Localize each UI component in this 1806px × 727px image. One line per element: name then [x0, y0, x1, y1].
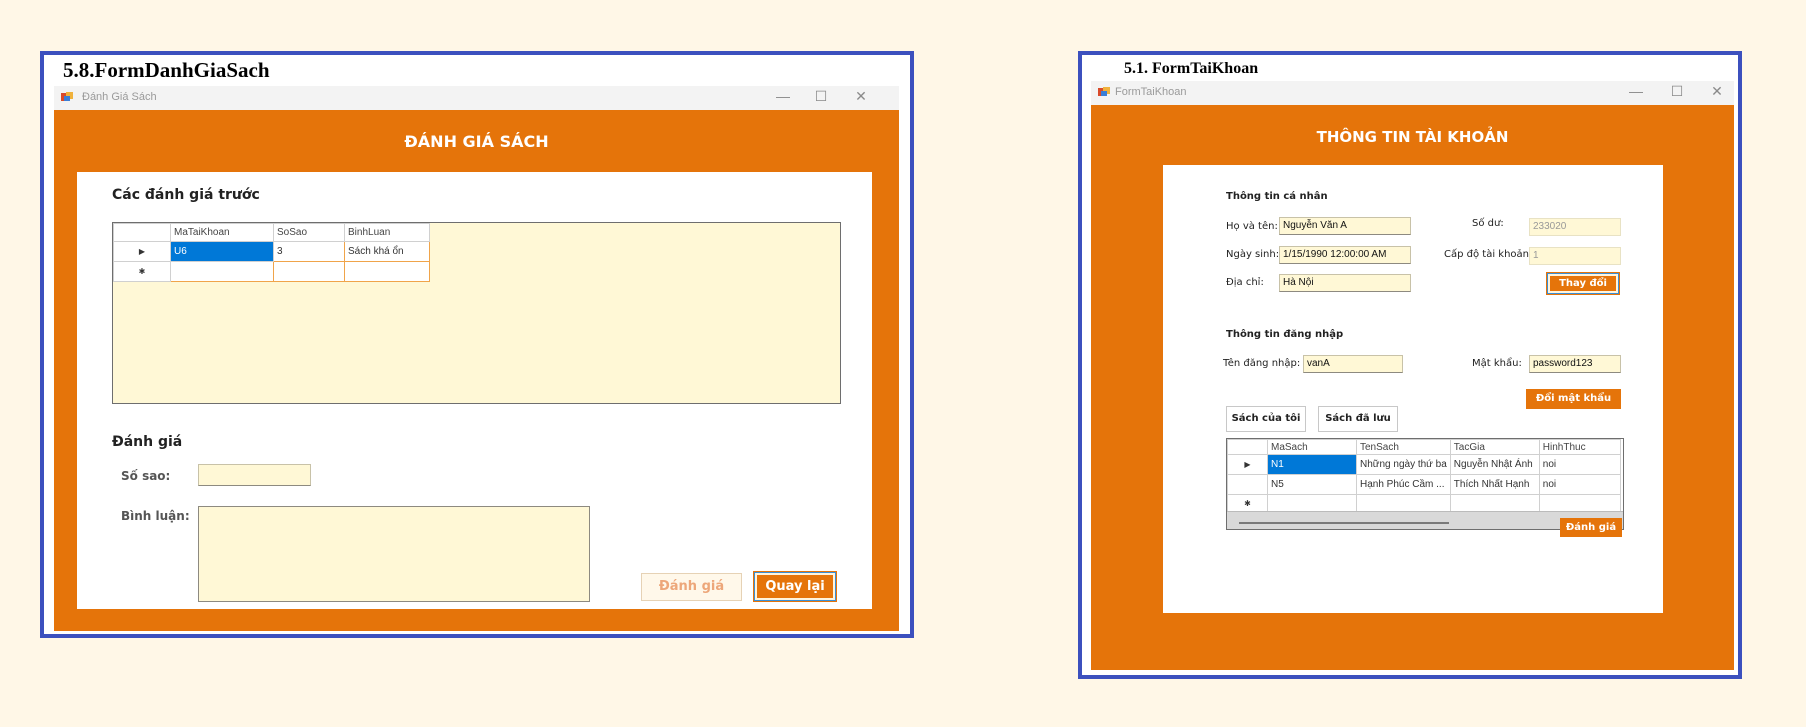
new-row[interactable]: ✱: [1227, 494, 1621, 513]
stars-input[interactable]: [198, 464, 311, 486]
submit-review-button[interactable]: Đánh giá: [641, 573, 742, 601]
table-cell[interactable]: [1449, 494, 1540, 513]
table-cell[interactable]: noi: [1538, 474, 1621, 495]
comment-textarea[interactable]: [198, 506, 590, 602]
table-cell[interactable]: [1356, 494, 1451, 513]
change-info-button[interactable]: Thay đổi: [1547, 273, 1619, 294]
table-cell[interactable]: Nguyễn Nhật Ánh: [1449, 454, 1540, 475]
address-field[interactable]: Hà Nội: [1279, 274, 1411, 292]
review-heading: Đánh giá: [112, 434, 183, 450]
table-cell[interactable]: Thích Nhất Hạnh: [1449, 474, 1540, 495]
name-label: Họ và tên:: [1226, 221, 1278, 232]
table-cell[interactable]: [1538, 494, 1621, 513]
address-label: Địa chỉ:: [1226, 277, 1264, 288]
books-header-row: MaSach TenSach TacGia HinhThuc: [1227, 439, 1621, 455]
table-cell[interactable]: N1: [1267, 454, 1357, 475]
username-field[interactable]: vanA: [1303, 355, 1403, 373]
saved-books-button[interactable]: Sách đã lưu: [1318, 406, 1398, 432]
username-label: Tên đăng nhập:: [1223, 358, 1301, 369]
column-header[interactable]: SoSao: [273, 223, 345, 242]
account-window-titlebar: FormTaiKhoan — ☐ ✕: [1091, 81, 1734, 105]
account-window-title: FormTaiKhoan: [1115, 86, 1187, 98]
left-caption: 5.8.FormDanhGiaSach: [63, 58, 270, 82]
prev-reviews-heading: Các đánh giá trước: [112, 187, 260, 203]
rate-book-button[interactable]: Đánh giá: [1560, 518, 1622, 537]
close-icon[interactable]: ✕: [849, 88, 873, 105]
close-icon[interactable]: ✕: [1705, 83, 1729, 100]
review-window-title: Đánh Giá Sách: [82, 91, 157, 103]
password-field[interactable]: password123: [1529, 355, 1621, 373]
row-selector-icon[interactable]: ▶: [113, 241, 171, 262]
table-cell[interactable]: [1267, 494, 1357, 513]
my-books-button[interactable]: Sách của tôi: [1226, 406, 1306, 432]
stars-label: Số sao:: [121, 469, 171, 483]
table-row[interactable]: ▶ U6 3 Sách khá ổn: [113, 241, 430, 262]
change-password-button[interactable]: Đổi mật khẩu: [1526, 389, 1621, 409]
table-cell[interactable]: noi: [1538, 454, 1621, 475]
row-selector-icon[interactable]: ▶: [1227, 454, 1268, 475]
minimize-icon[interactable]: —: [771, 88, 795, 104]
table-cell[interactable]: U6: [170, 241, 274, 262]
reviews-header-row: MaTaiKhoan SoSao BinhLuan: [113, 223, 430, 242]
review-form-title: ĐÁNH GIÁ SÁCH: [404, 132, 549, 151]
review-window: Đánh Giá Sách — ☐ ✕ ĐÁNH GIÁ SÁCH Các đá…: [54, 86, 899, 631]
reviews-grid[interactable]: MaTaiKhoan SoSao BinhLuan ▶ U6 3 Sách kh…: [112, 222, 841, 404]
row-header-corner: [113, 223, 171, 242]
column-header[interactable]: BinhLuan: [344, 223, 430, 242]
account-form-title: THÔNG TIN TÀI KHOẢN: [1316, 128, 1509, 146]
back-button[interactable]: Quay lại: [754, 572, 836, 601]
new-row-icon[interactable]: ✱: [113, 261, 171, 282]
app-icon: [1098, 87, 1110, 96]
column-header[interactable]: TacGia: [1449, 439, 1540, 455]
column-header[interactable]: MaSach: [1267, 439, 1357, 455]
column-header[interactable]: TenSach: [1356, 439, 1451, 455]
new-row-icon[interactable]: ✱: [1227, 494, 1268, 513]
level-label: Cấp độ tài khoản:: [1444, 249, 1533, 260]
maximize-icon[interactable]: ☐: [809, 88, 833, 105]
row-header-corner: [1227, 439, 1268, 455]
new-row[interactable]: ✱: [113, 261, 430, 282]
minimize-icon[interactable]: —: [1624, 83, 1648, 99]
table-cell[interactable]: [344, 261, 430, 282]
review-panel: Các đánh giá trước MaTaiKhoan SoSao Binh…: [77, 172, 872, 609]
table-cell[interactable]: Sách khá ổn: [344, 241, 430, 262]
password-label: Mật khẩu:: [1472, 358, 1522, 369]
books-table: MaSach TenSach TacGia HinhThuc ▶ N1 Nhữn…: [1227, 439, 1621, 513]
review-window-titlebar: Đánh Giá Sách — ☐ ✕: [54, 86, 899, 110]
account-window: FormTaiKhoan — ☐ ✕ THÔNG TIN TÀI KHOẢN T…: [1091, 81, 1734, 670]
right-caption: 5.1. FormTaiKhoan: [1124, 60, 1259, 77]
table-row[interactable]: N5 Hạnh Phúc Cầm ... Thích Nhất Hạnh noi: [1227, 474, 1621, 495]
balance-label: Số dư:: [1472, 218, 1504, 229]
account-panel: Thông tin cá nhân Họ và tên: Nguyễn Văn …: [1163, 165, 1663, 613]
table-cell[interactable]: [273, 261, 345, 282]
maximize-icon[interactable]: ☐: [1665, 83, 1689, 100]
login-info-heading: Thông tin đăng nhập: [1226, 329, 1344, 340]
books-grid[interactable]: MaSach TenSach TacGia HinhThuc ▶ N1 Nhữn…: [1226, 438, 1624, 530]
table-cell[interactable]: N5: [1267, 474, 1357, 495]
balance-field: 233020: [1529, 218, 1621, 236]
reviews-table: MaTaiKhoan SoSao BinhLuan ▶ U6 3 Sách kh…: [113, 223, 430, 282]
table-cell[interactable]: Những ngày thứ ba: [1356, 454, 1451, 475]
column-header[interactable]: MaTaiKhoan: [170, 223, 274, 242]
app-icon: [61, 92, 73, 101]
table-row[interactable]: ▶ N1 Những ngày thứ ba Nguyễn Nhật Ánh n…: [1227, 454, 1621, 475]
comment-label: Bình luận:: [121, 509, 190, 523]
personal-info-heading: Thông tin cá nhân: [1226, 191, 1328, 202]
level-field: 1: [1529, 247, 1621, 265]
table-cell[interactable]: 3: [273, 241, 345, 262]
table-cell[interactable]: [170, 261, 274, 282]
scrollbar-thumb[interactable]: [1239, 522, 1449, 524]
row-selector[interactable]: [1227, 474, 1268, 495]
dob-field[interactable]: 1/15/1990 12:00:00 AM: [1279, 246, 1411, 264]
column-header[interactable]: HinhThuc: [1538, 439, 1621, 455]
name-field[interactable]: Nguyễn Văn A: [1279, 217, 1411, 235]
dob-label: Ngày sinh:: [1226, 249, 1280, 260]
table-cell[interactable]: Hạnh Phúc Cầm ...: [1356, 474, 1451, 495]
